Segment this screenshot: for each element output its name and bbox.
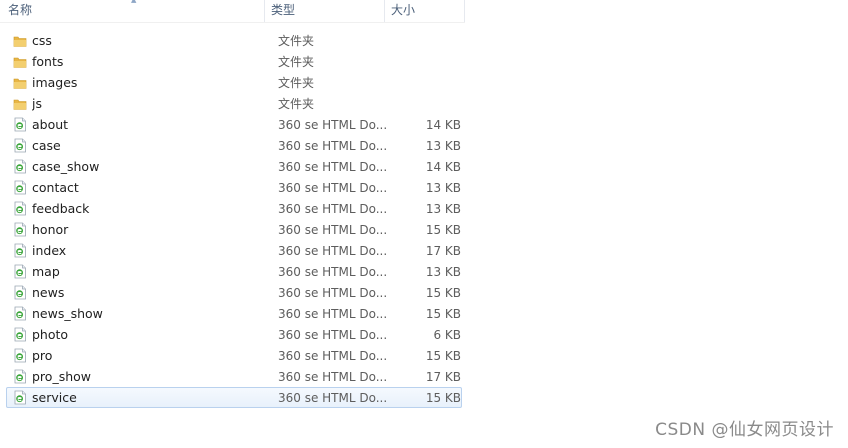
file-row[interactable]: css 文件夹 (6, 30, 462, 51)
html-file-icon (12, 180, 28, 196)
file-type: 360 se HTML Do... (277, 180, 388, 195)
html-file-icon (12, 117, 28, 133)
file-row[interactable]: case_show 360 se HTML Do... 14 KB (6, 156, 462, 177)
file-row[interactable]: photo 360 se HTML Do... 6 KB (6, 324, 462, 345)
file-size: 15 KB (425, 222, 461, 237)
file-type: 360 se HTML Do... (277, 327, 388, 342)
html-file-icon (12, 138, 28, 154)
file-row[interactable]: fonts 文件夹 (6, 51, 462, 72)
file-type: 文件夹 (277, 76, 314, 90)
file-row[interactable]: index 360 se HTML Do... 17 KB (6, 240, 462, 261)
file-size: 15 KB (425, 285, 461, 300)
folder-icon (12, 75, 28, 91)
file-type: 360 se HTML Do... (277, 348, 388, 363)
file-name: honor (32, 222, 69, 237)
html-file-icon (12, 243, 28, 259)
file-row[interactable]: map 360 se HTML Do... 13 KB (6, 261, 462, 282)
html-file-icon (12, 222, 28, 238)
file-row[interactable]: honor 360 se HTML Do... 15 KB (6, 219, 462, 240)
folder-icon (12, 54, 28, 70)
folder-icon (12, 96, 28, 112)
file-size: 13 KB (425, 138, 461, 153)
file-size: 13 KB (425, 264, 461, 279)
html-file-icon (12, 306, 28, 322)
file-size: 14 KB (425, 117, 461, 132)
file-type: 360 se HTML Do... (277, 285, 388, 300)
folder-icon (12, 33, 28, 49)
file-size: 17 KB (425, 369, 461, 384)
file-name: js (32, 96, 42, 111)
column-header-type[interactable]: 类型 (265, 0, 385, 22)
file-row[interactable]: feedback 360 se HTML Do... 13 KB (6, 198, 462, 219)
file-row[interactable]: pro 360 se HTML Do... 15 KB (6, 345, 462, 366)
file-type: 360 se HTML Do... (277, 264, 388, 279)
file-row[interactable]: contact 360 se HTML Do... 13 KB (6, 177, 462, 198)
html-file-icon (12, 390, 28, 406)
file-name: contact (32, 180, 79, 195)
file-type: 360 se HTML Do... (277, 306, 388, 321)
file-type: 360 se HTML Do... (277, 369, 388, 384)
file-name: css (32, 33, 52, 48)
file-explorer-pane: ▲ 名称 类型 大小 css 文件夹 fonts 文件夹 images 文件夹 js 文件夹 a… (0, 0, 848, 448)
file-name: feedback (32, 201, 90, 216)
file-name: fonts (32, 54, 64, 69)
file-list: css 文件夹 fonts 文件夹 images 文件夹 js 文件夹 about 360 se … (6, 30, 462, 408)
file-type: 360 se HTML Do... (277, 117, 388, 132)
file-name: news (32, 285, 65, 300)
file-type: 360 se HTML Do... (277, 159, 388, 174)
file-type: 360 se HTML Do... (277, 222, 388, 237)
file-type: 文件夹 (277, 55, 314, 69)
file-size: 17 KB (425, 243, 461, 258)
file-type: 文件夹 (277, 34, 314, 48)
file-name: case (32, 138, 61, 153)
file-type: 文件夹 (277, 97, 314, 111)
file-type: 360 se HTML Do... (277, 243, 388, 258)
file-row[interactable]: pro_show 360 se HTML Do... 17 KB (6, 366, 462, 387)
file-name: news_show (32, 306, 103, 321)
file-row[interactable]: images 文件夹 (6, 72, 462, 93)
file-type: 360 se HTML Do... (277, 390, 388, 405)
file-name: case_show (32, 159, 100, 174)
html-file-icon (12, 285, 28, 301)
file-name: pro (32, 348, 53, 363)
file-name: index (32, 243, 67, 258)
file-size: 15 KB (425, 348, 461, 363)
html-file-icon (12, 369, 28, 385)
file-name: about (32, 117, 69, 132)
file-size: 6 KB (433, 327, 461, 342)
watermark: CSDN @仙女网页设计 (655, 420, 834, 440)
file-size: 14 KB (425, 159, 461, 174)
html-file-icon (12, 201, 28, 217)
sort-indicator-icon: ▲ (131, 0, 137, 4)
file-name: service (32, 390, 77, 405)
html-file-icon (12, 159, 28, 175)
file-size: 13 KB (425, 180, 461, 195)
file-size: 15 KB (425, 306, 461, 321)
file-row[interactable]: js 文件夹 (6, 93, 462, 114)
file-name: pro_show (32, 369, 92, 384)
file-type: 360 se HTML Do... (277, 138, 388, 153)
html-file-icon (12, 348, 28, 364)
column-header-bar: ▲ 名称 类型 大小 (0, 0, 465, 23)
file-size: 13 KB (425, 201, 461, 216)
file-row[interactable]: case 360 se HTML Do... 13 KB (6, 135, 462, 156)
file-name: images (32, 75, 78, 90)
file-row[interactable]: service 360 se HTML Do... 15 KB (6, 387, 462, 408)
file-name: map (32, 264, 60, 279)
html-file-icon (12, 264, 28, 280)
html-file-icon (12, 327, 28, 343)
column-header-size[interactable]: 大小 (385, 0, 465, 22)
file-row[interactable]: news_show 360 se HTML Do... 15 KB (6, 303, 462, 324)
file-type: 360 se HTML Do... (277, 201, 388, 216)
file-row[interactable]: news 360 se HTML Do... 15 KB (6, 282, 462, 303)
file-name: photo (32, 327, 69, 342)
file-row[interactable]: about 360 se HTML Do... 14 KB (6, 114, 462, 135)
file-size: 15 KB (425, 390, 461, 405)
